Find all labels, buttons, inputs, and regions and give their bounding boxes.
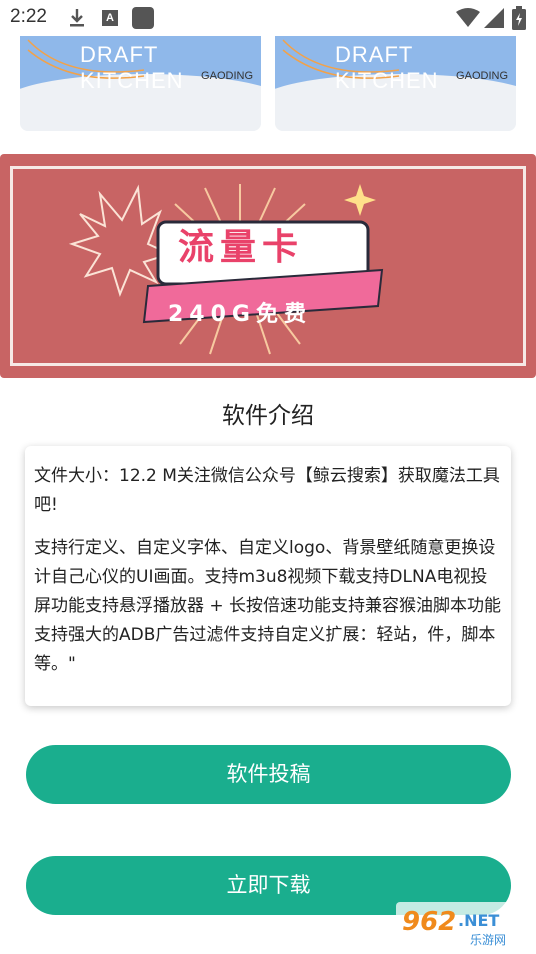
banner-subtitle: 240G免费 (168, 302, 312, 327)
svg-text:.NET: .NET (458, 911, 499, 930)
submit-software-button[interactable]: 软件投稿 (26, 745, 511, 804)
signal-icon (484, 8, 504, 28)
battery-icon (512, 6, 526, 30)
promo-banner[interactable]: 流量卡 240G免费 (0, 154, 536, 378)
description-paragraph: 支持行定义、自定义字体、自定义logo、背景壁纸随意更换设计自己心仪的UI画面。… (34, 538, 502, 674)
watermark-logo-graphic: 962 .NET 乐游网 (396, 902, 532, 948)
watermark-logo: 962 .NET 乐游网 (396, 900, 532, 950)
a-notification-icon: A (102, 10, 118, 26)
svg-text:乐游网: 乐游网 (470, 933, 506, 947)
card-subtitle: GAODING (456, 70, 508, 82)
section-title: 软件介绍 (222, 403, 314, 429)
card-title: DRAFT KITCHEN (335, 42, 439, 93)
card-subtitle: GAODING (201, 70, 253, 82)
download-icon (70, 9, 84, 27)
app-square-icon (132, 7, 154, 29)
status-time: 2:22 (10, 6, 47, 27)
card-title: DRAFT KITCHEN (80, 42, 184, 93)
svg-text:962: 962 (402, 907, 456, 937)
wifi-icon (456, 8, 480, 27)
description-card: 文件大小：12.2 M关注微信公众号【鲸云搜索】获取魔法工具吧! 支持行定义、自… (25, 446, 511, 706)
banner-title: 流量卡 (178, 227, 305, 268)
status-bar: 2:22 A (0, 0, 536, 36)
description-paragraph: 文件大小：12.2 M关注微信公众号【鲸云搜索】获取魔法工具吧! (34, 466, 500, 515)
